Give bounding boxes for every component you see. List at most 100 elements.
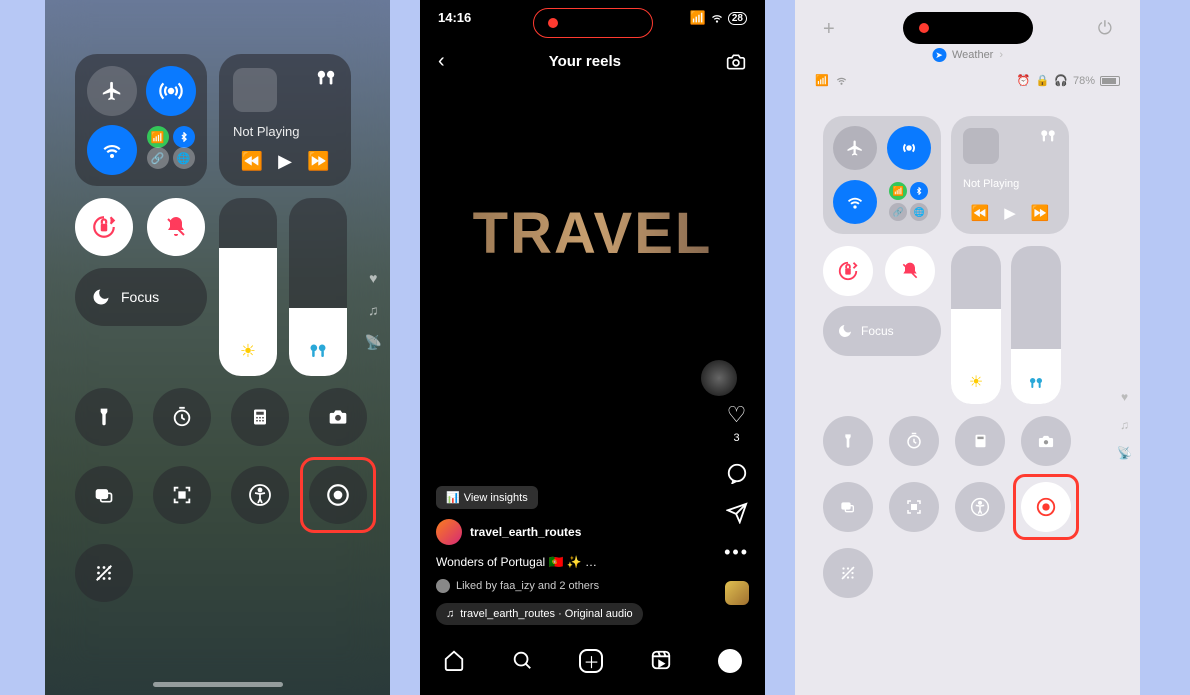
tab-profile[interactable] [718,649,742,673]
volume-slider[interactable] [1011,246,1061,404]
wifi-toggle[interactable] [87,125,137,175]
recording-pill[interactable] [903,12,1033,44]
audio-thumbnail[interactable] [725,581,749,605]
qr-icon [905,498,923,516]
like-button[interactable]: ♡ [727,402,747,428]
home-indicator[interactable] [153,682,283,687]
accessibility-button[interactable] [231,466,289,524]
instagram-reels-screen: 14:16 📶 28 ‹ Your reels TRAVEL 📊 View in… [420,0,765,695]
accessibility-button[interactable] [955,482,1005,532]
qr-scan-button[interactable] [889,482,939,532]
bell-slash-icon [164,215,188,239]
reel-hero-text: TRAVEL [420,200,765,267]
screen-title: Your reels [549,53,621,70]
clock: 14:16 [438,10,471,26]
airdrop-toggle[interactable] [146,66,196,116]
nfc-button[interactable] [75,544,133,602]
comment-button[interactable] [726,462,748,484]
flashlight-button[interactable] [75,388,133,446]
airdrop-icon [158,78,184,104]
timer-button[interactable] [153,388,211,446]
calculator-icon [251,406,269,428]
connectivity-tile[interactable]: 📶 🔗 🌐 [75,54,207,186]
calculator-button[interactable] [231,388,289,446]
connectivity-tile[interactable]: 📶 🔗 🌐 [823,116,941,234]
calculator-button[interactable] [955,416,1005,466]
silent-mode-button[interactable] [147,198,205,256]
orientation-lock-button[interactable] [75,198,133,256]
qr-scan-button[interactable] [153,466,211,524]
brightness-slider[interactable]: ☀ [951,246,1001,404]
audio-label: travel_earth_routes · Original audio [460,608,632,620]
user-avatar[interactable] [436,519,462,545]
antenna-icon[interactable]: 📡 [1117,446,1132,460]
heart-icon[interactable]: ♥ [1121,390,1128,404]
now-playing-tile[interactable]: Not Playing ⏪ ▶ ⏩ [219,54,351,186]
alarm-icon: ⏰ [1017,74,1031,87]
record-icon [325,482,351,508]
username[interactable]: travel_earth_routes [470,525,581,539]
nfc-button[interactable] [823,548,873,598]
flashlight-button[interactable] [823,416,873,466]
lock-rotation-icon [837,260,859,282]
back-button[interactable]: ‹ [438,50,445,73]
wifi-status-icon [710,11,724,25]
airplane-mode-toggle[interactable] [833,126,877,170]
screen-record-button[interactable] [309,466,367,524]
heart-icon[interactable]: ♥ [369,270,377,286]
now-playing-tile[interactable]: Not Playing ⏪ ▶ ⏩ [951,116,1069,234]
power-button[interactable]: ⏻ [1098,18,1112,39]
music-note-icon[interactable]: ♫ [368,302,379,318]
music-note-icon[interactable]: ♫ [1120,418,1129,432]
record-dot-icon [919,23,929,33]
tab-reels[interactable] [650,649,672,673]
now-playing-title: Not Playing [233,124,337,139]
record-icon-active [1035,496,1057,518]
screen-mirroring-button[interactable] [823,482,873,532]
timer-button[interactable] [889,416,939,466]
play-icon[interactable]: ▶ [278,151,292,172]
camera-nav-button[interactable] [725,52,747,72]
focus-button[interactable]: Focus [75,268,207,326]
screen-record-button[interactable] [1021,482,1071,532]
insights-label: View insights [464,492,528,504]
battery-pct: 78% [1073,75,1095,87]
tab-home[interactable] [443,649,465,673]
wifi-icon [845,192,865,212]
rewind-icon[interactable]: ⏪ [241,151,263,172]
screen-mirroring-button[interactable] [75,466,133,524]
forward-icon[interactable]: ⏩ [307,151,329,172]
tab-create[interactable]: ＋ [579,649,603,673]
more-button[interactable]: ••• [724,542,749,563]
airdrop-toggle[interactable] [887,126,931,170]
recording-pill[interactable] [533,8,653,38]
forward-icon[interactable]: ⏩ [1031,204,1050,222]
tab-search[interactable] [511,649,533,673]
volume-slider[interactable] [289,198,347,376]
breadcrumb[interactable]: ➤ Weather › [932,48,1003,62]
antenna-icon[interactable]: 📡 [365,334,382,351]
wifi-toggle[interactable] [833,180,877,224]
silent-mode-button[interactable] [885,246,935,296]
weather-label: Weather [952,49,993,61]
focus-button[interactable]: Focus [823,306,941,356]
camera-icon [326,407,350,427]
brightness-slider[interactable]: ☀ [219,198,277,376]
airpods-icon [315,68,337,90]
view-insights-button[interactable]: 📊 View insights [436,486,538,509]
camera-button[interactable] [309,388,367,446]
assistive-touch-button[interactable] [701,360,737,396]
signal-icon: 📶 [815,74,829,87]
signal-icon: 📶 [690,10,706,26]
orientation-lock-button[interactable] [823,246,873,296]
airplane-mode-toggle[interactable] [87,66,137,116]
add-widget-button[interactable]: + [823,18,835,41]
rewind-icon[interactable]: ⏪ [971,204,990,222]
cellular-icon: 📶 [147,126,169,148]
liked-by[interactable]: Liked by faa_izy and 2 others [436,579,695,593]
audio-pill[interactable]: ♫ travel_earth_routes · Original audio [436,603,643,625]
share-button[interactable] [726,502,748,524]
hotspot-icon: 🔗 [147,147,169,169]
camera-button[interactable] [1021,416,1071,466]
play-icon[interactable]: ▶ [1004,204,1016,222]
